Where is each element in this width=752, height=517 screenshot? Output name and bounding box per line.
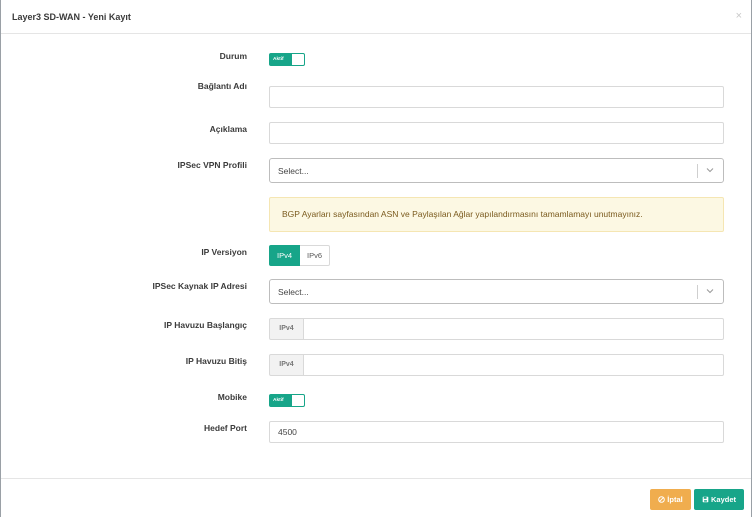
ip-havuzu-bitis-group: IPv4 (269, 354, 724, 376)
ipsec-kaynak-ip-select[interactable]: Select... (269, 279, 724, 304)
ipsec-kaynak-ip-placeholder: Select... (278, 287, 309, 297)
ipsec-vpn-profili-label: IPSec VPN Profili (177, 160, 247, 170)
select-separator (697, 285, 698, 299)
ip-havuzu-baslangic-input[interactable] (304, 318, 724, 340)
bgp-warning-alert: BGP Ayarları sayfasından ASN ve Paylaşıl… (269, 197, 724, 232)
save-button[interactable]: Kaydet (694, 489, 744, 510)
durum-toggle-text: Aktif (270, 54, 292, 65)
chevron-down-icon[interactable] (705, 165, 715, 175)
ipv4-addon: IPv4 (269, 354, 304, 376)
baglanti-adi-label: Bağlantı Adı (197, 81, 247, 91)
modal-title: Layer3 SD-WAN - Yeni Kayıt (12, 12, 131, 22)
modal-footer: İptal Kaydet (1, 478, 751, 517)
cancel-button[interactable]: İptal (650, 489, 691, 510)
mobike-toggle-text: Aktif (270, 395, 292, 406)
hedef-port-input[interactable]: 4500 (269, 421, 724, 443)
ip-havuzu-baslangic-label: IP Havuzu Başlangıç (164, 320, 247, 330)
ip-versiyon-ipv4-option[interactable]: IPv4 (269, 245, 301, 266)
floppy-disk-icon (702, 496, 709, 503)
ipsec-vpn-profili-placeholder: Select... (278, 166, 309, 176)
durum-label: Durum (219, 51, 247, 61)
ip-versiyon-label: IP Versiyon (201, 247, 247, 257)
mobike-toggle[interactable]: Aktif (269, 394, 305, 407)
modal-dialog: Layer3 SD-WAN - Yeni Kayıt × Durum Aktif… (0, 0, 752, 517)
ip-versiyon-ipv6-option[interactable]: IPv6 (300, 245, 331, 266)
ipsec-vpn-profili-select[interactable]: Select... (269, 158, 724, 183)
aciklama-label: Açıklama (209, 124, 247, 134)
mobike-label: Mobike (217, 392, 247, 402)
ip-havuzu-bitis-label: IP Havuzu Bitiş (185, 356, 247, 366)
ip-versiyon-toggle-group: IPv4 IPv6 (269, 245, 331, 266)
ip-havuzu-baslangic-group: IPv4 (269, 318, 724, 340)
save-button-label: Kaydet (710, 495, 736, 504)
durum-toggle[interactable]: Aktif (269, 53, 305, 66)
ipsec-kaynak-ip-label: IPSec Kaynak IP Adresi (152, 281, 248, 291)
modal-header: Layer3 SD-WAN - Yeni Kayıt × (1, 0, 751, 34)
baglanti-adi-input[interactable] (269, 86, 724, 108)
cancel-button-label: İptal (667, 495, 683, 504)
ipv4-addon: IPv4 (269, 318, 304, 340)
hedef-port-label: Hedef Port (204, 423, 247, 433)
close-icon[interactable]: × (736, 11, 742, 22)
aciklama-input[interactable] (269, 122, 724, 144)
ban-icon (658, 496, 666, 503)
chevron-down-icon[interactable] (705, 286, 715, 296)
ip-havuzu-bitis-input[interactable] (304, 354, 724, 376)
select-separator (697, 164, 698, 178)
